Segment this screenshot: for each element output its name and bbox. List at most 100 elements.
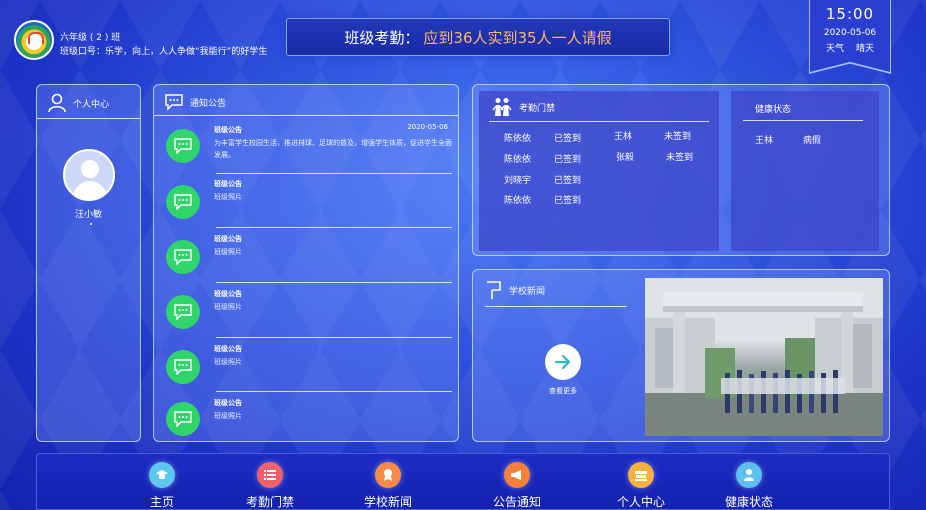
student-name: 汪小敏 — [74, 210, 102, 220]
notice-item-title: 班级公告 — [214, 235, 242, 243]
attendance-panel: 考勤门禁 陈依依 已签到 陈依依 已签到 刘晓宇 已签到 陈依依 已签到 王林 … — [472, 84, 890, 256]
megaphone-icon — [504, 462, 530, 488]
class-name: 六年级 ( 2 ) 班 — [60, 33, 121, 43]
clock-widget: 15:00 2020-05-06 天气 晴天 — [810, 0, 890, 72]
banner-summary: 应到36人实到35人一人请假 — [423, 28, 612, 47]
news-photo[interactable] — [645, 278, 883, 436]
view-more-label[interactable]: 查看更多 — [537, 386, 589, 396]
personal-center-title: 个人中心 — [73, 99, 110, 110]
divider — [216, 282, 452, 283]
people-icon — [492, 98, 512, 116]
person-icon — [736, 462, 762, 488]
divider — [37, 118, 140, 119]
avatar[interactable] — [63, 149, 115, 201]
attendance-title: 考勤门禁 — [519, 103, 556, 114]
nav-label: 公告通知 — [492, 495, 541, 509]
notice-item-text: 为丰富学生校园生活，推进排球、足球的普及，增强学生体质，促进学生全面发展。 — [214, 139, 452, 159]
notice-item[interactable]: 班级公告 班级照片 — [164, 289, 450, 337]
nav-personal-center[interactable]: 个人中心 — [586, 454, 696, 510]
nav-home[interactable]: 主页 — [107, 454, 217, 510]
attendance-status: 未签到 — [664, 132, 692, 142]
weather-value: 晴天 — [856, 44, 875, 54]
flag-icon — [487, 281, 501, 299]
books-icon — [628, 462, 654, 488]
attendance-status: 已签到 — [554, 176, 582, 186]
class-slogan: 班级口号：乐学，向上，人人争做“我能行”的好学生 — [60, 47, 268, 57]
nav-health-status[interactable]: 健康状态 — [694, 454, 804, 510]
nav-notices[interactable]: 公告通知 — [462, 454, 572, 510]
divider — [485, 306, 627, 307]
attendance-banner: 班级考勤： 应到36人实到35人一人请假 — [286, 18, 670, 56]
attendance-name: 陈依依 — [504, 134, 532, 144]
school-gate-photo — [645, 278, 883, 436]
notice-item[interactable]: 班级公告 2020-05-06 为丰富学生校园生活，推进排球、足球的普及，增强学… — [164, 123, 452, 173]
bottom-nav: 主页 考勤门禁 学校新闻 公告通知 个人中心 健康状态 — [36, 453, 890, 510]
notice-title: 通知公告 — [190, 98, 227, 109]
attendance-name: 王林 — [614, 132, 633, 142]
divider — [743, 120, 863, 121]
notice-item[interactable]: 班级公告 班级照片 — [164, 344, 450, 392]
attendance-header: 考勤门禁 — [491, 97, 555, 117]
nav-label: 考勤门禁 — [245, 495, 294, 509]
notice-header: 通知公告 — [164, 93, 226, 111]
notice-item-date: 2020-05-06 — [407, 123, 448, 131]
nav-label: 主页 — [149, 495, 174, 509]
divider — [216, 173, 452, 174]
chat-icon — [166, 350, 200, 384]
notice-item-title: 班级公告 — [214, 126, 242, 134]
news-header: 学校新闻 — [485, 280, 545, 300]
nav-school-news[interactable]: 学校新闻 — [333, 454, 443, 510]
personal-center-header: 个人中心 — [47, 93, 109, 113]
health-title: 健康状态 — [755, 105, 792, 115]
clock-time: 15:00 — [825, 5, 875, 23]
health-header: 健康状态 — [755, 102, 791, 115]
attendance-name: 张毅 — [616, 153, 635, 163]
health-name: 王林 — [755, 136, 774, 146]
notice-item-text: 班级照片 — [214, 303, 242, 311]
notice-item-title: 班级公告 — [214, 399, 242, 407]
attendance-status: 未签到 — [666, 153, 694, 163]
view-more-button[interactable] — [545, 344, 581, 380]
attendance-status: 已签到 — [554, 134, 582, 144]
health-status: 病假 — [803, 136, 822, 146]
school-news-panel: 学校新闻 查看更多 — [472, 269, 890, 442]
attendance-status: 已签到 — [554, 196, 582, 206]
notice-item-text: 班级照片 — [214, 358, 242, 366]
notice-panel: 通知公告 班级公告 2020-05-06 为丰富学生校园生活，推进排球、足球的普… — [153, 84, 459, 442]
nav-label: 学校新闻 — [363, 495, 412, 509]
attendance-name: 陈依依 — [504, 196, 532, 206]
weather-label: 天气 — [825, 44, 844, 54]
nav-attendance[interactable]: 考勤门禁 — [215, 454, 325, 510]
notice-item-text: 班级照片 — [214, 412, 242, 420]
notice-item[interactable]: 班级公告 班级照片 — [164, 234, 450, 282]
notice-item-text: 班级照片 — [214, 248, 242, 256]
banner-prefix: 班级考勤： — [344, 28, 420, 47]
attendance-status: 已签到 — [554, 155, 582, 165]
weather: 天气 晴天 — [810, 41, 890, 54]
attendance-name: 刘晓宇 — [504, 176, 532, 186]
chat-icon — [166, 185, 200, 219]
chat-icon — [166, 129, 200, 163]
attendance-section: 考勤门禁 陈依依 已签到 陈依依 已签到 刘晓宇 已签到 陈依依 已签到 王林 … — [479, 91, 719, 251]
attendance-name: 陈依依 — [504, 155, 532, 165]
notice-item-title: 班级公告 — [214, 180, 242, 188]
message-icon — [165, 94, 183, 111]
list-icon — [257, 462, 283, 488]
divider — [154, 115, 458, 116]
chat-icon — [166, 295, 200, 329]
nav-label: 健康状态 — [724, 495, 773, 509]
personal-center-panel: 个人中心 汪小敏 — [36, 84, 141, 442]
notice-item-text: 班级照片 — [214, 193, 242, 201]
clock-date: 2020-05-06 — [823, 28, 877, 38]
chat-icon — [166, 240, 200, 274]
notice-item[interactable]: 班级公告 班级照片 — [164, 398, 450, 440]
divider — [216, 337, 452, 338]
graduation-cap-icon — [149, 462, 175, 488]
dot — [90, 223, 92, 225]
arrow-right-icon — [554, 354, 571, 370]
user-icon — [48, 93, 66, 113]
school-logo — [14, 20, 54, 60]
notice-item[interactable]: 班级公告 班级照片 — [164, 179, 450, 227]
notice-item-title: 班级公告 — [214, 345, 242, 353]
divider — [216, 391, 452, 392]
